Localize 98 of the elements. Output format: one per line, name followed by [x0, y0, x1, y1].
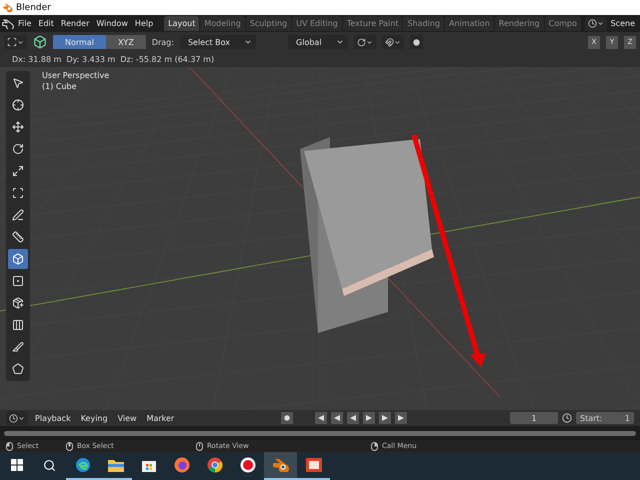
mouse-icon — [196, 442, 203, 450]
left-triangle-icon — [318, 415, 324, 421]
mouse-icon — [6, 442, 13, 450]
menu-item[interactable]: Edit — [35, 19, 57, 28]
drag-dropdown[interactable]: Select Box — [180, 35, 256, 49]
select-icon — [12, 77, 24, 89]
record-icon — [240, 457, 256, 473]
timeline-scrollbar[interactable] — [4, 430, 636, 436]
loop-cut-icon — [12, 319, 24, 331]
poly-icon — [12, 363, 24, 375]
workspace-tab[interactable]: Texture Paint — [342, 16, 402, 31]
add-cube-tool-button[interactable] — [8, 249, 28, 269]
rotate-icon — [356, 38, 366, 46]
wave-logo-icon — [74, 457, 90, 473]
rotate-icon — [12, 143, 24, 155]
menu-item[interactable]: Help — [132, 19, 156, 28]
knife-icon — [12, 341, 24, 353]
mouse-icon — [66, 442, 73, 450]
cube-icon — [33, 35, 47, 49]
start-frame-field[interactable]: Start: 1 — [576, 412, 634, 424]
clock-icon — [588, 19, 597, 28]
chevron-down-icon — [336, 38, 344, 46]
view-name: User Perspective — [42, 71, 110, 80]
workspace-tab[interactable]: Sculpting — [246, 16, 292, 31]
chevron-down-icon — [18, 414, 25, 422]
chevron-down-icon — [394, 38, 401, 46]
search-icon — [43, 458, 56, 472]
chevron-down-icon — [596, 20, 604, 27]
app-logo-icon — [3, 3, 13, 12]
start-label: Start: — [580, 414, 602, 422]
add-cube-icon — [12, 253, 24, 265]
playback-button[interactable] — [378, 412, 391, 424]
menu-item[interactable]: Render — [58, 19, 92, 28]
right-triangle-icon — [366, 415, 372, 421]
eye-logo-icon — [272, 458, 290, 472]
mouse-icon — [371, 442, 378, 450]
mode-button[interactable]: XYZ — [106, 35, 146, 49]
chevron-down-icon — [17, 38, 24, 46]
scale-icon — [12, 165, 24, 177]
menu-item[interactable]: File — [15, 19, 34, 28]
timeline-menu[interactable]: Playback — [32, 414, 74, 422]
measure-icon — [12, 231, 24, 243]
clock-icon — [9, 414, 18, 422]
timeline-menu[interactable]: Marker — [144, 414, 178, 422]
inset-icon — [12, 275, 24, 287]
workspace-tab[interactable]: Layout — [164, 16, 200, 31]
playback-button[interactable] — [394, 412, 407, 424]
extrude-icon — [12, 297, 24, 309]
playback-button[interactable] — [362, 412, 375, 424]
magnet-icon — [384, 38, 394, 46]
playback-button[interactable] — [314, 412, 327, 424]
dot-icon — [412, 38, 420, 46]
record-button[interactable] — [280, 412, 293, 424]
playback-button[interactable] — [346, 412, 359, 424]
editor-type-button[interactable] — [4, 35, 27, 49]
move-icon — [12, 121, 24, 133]
drag-label: Drag: — [152, 38, 174, 46]
frame-icon — [7, 37, 17, 47]
annotate-icon — [12, 209, 24, 221]
cursor-icon — [12, 99, 24, 111]
window-title: Blender — [16, 2, 51, 12]
start-value: 1 — [624, 414, 630, 422]
pivot-button[interactable] — [354, 35, 376, 49]
transform-icon — [12, 187, 24, 199]
timer-icon — [562, 413, 572, 423]
menu-item[interactable]: Window — [93, 19, 131, 28]
left-triangle-icon — [334, 415, 340, 421]
scene-selector-button[interactable] — [584, 16, 607, 30]
windows-logo-icon — [10, 459, 22, 471]
scene-name[interactable]: Scene — [608, 19, 638, 28]
playback-button[interactable] — [330, 412, 343, 424]
right-triangle-icon — [382, 415, 388, 421]
slides-icon — [306, 458, 322, 472]
object-name: (1) Cube — [42, 82, 78, 91]
proportional-button[interactable] — [410, 35, 423, 49]
workspace-tab[interactable]: Rendering — [494, 16, 544, 31]
timeline-menu[interactable]: Keying — [78, 414, 111, 422]
app-logo-icon[interactable] — [2, 18, 14, 28]
shopping-bag-icon — [142, 458, 156, 472]
browser-ball-icon — [206, 457, 222, 473]
chevron-down-icon — [244, 38, 252, 46]
orientation-dropdown[interactable]: Global — [288, 35, 348, 49]
right-triangle-icon — [398, 415, 404, 421]
current-frame-field[interactable]: 1 — [510, 412, 558, 424]
transform-readout: Dx: 31.88 m Dy: 3.433 m Dz: -55.82 m (64.37 m) — [12, 55, 214, 64]
workspace-tab[interactable]: UV Editing — [292, 16, 342, 31]
folder-icon — [108, 458, 124, 472]
record-icon — [284, 415, 290, 421]
left-triangle-icon — [350, 415, 356, 421]
snap-button[interactable] — [382, 35, 404, 49]
editor-type-button[interactable] — [6, 411, 28, 425]
workspace-tab[interactable]: Compo — [544, 16, 581, 31]
chevron-down-icon — [366, 38, 373, 46]
workspace-tab[interactable]: Animation — [444, 16, 494, 31]
timeline-menu[interactable]: View — [114, 414, 140, 422]
workspace-tab[interactable]: Modeling — [200, 16, 245, 31]
workspace-tab[interactable]: Shading — [403, 16, 444, 31]
mode-button[interactable]: Normal — [53, 35, 106, 49]
